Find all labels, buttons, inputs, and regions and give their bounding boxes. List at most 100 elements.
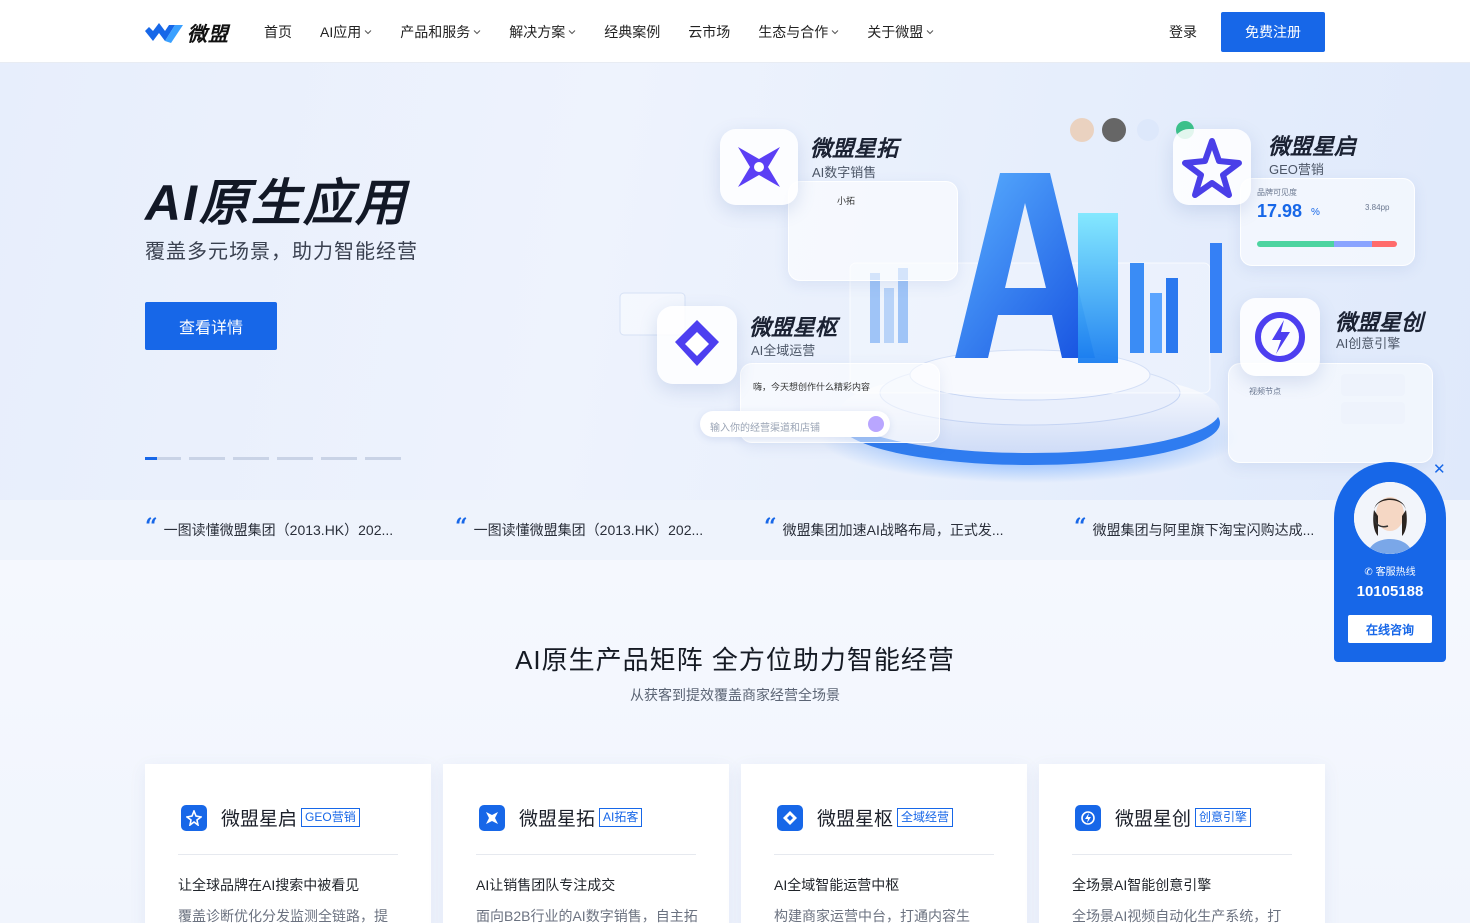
nav-item-ecosystem[interactable]: 生态与合作 [758,22,839,42]
card-name: 微盟星枢 [817,809,894,830]
register-button[interactable]: 免费注册 [1221,12,1325,52]
xingtuo-app-icon [720,129,798,205]
top-header: 微盟 首页 AI应用 产品和服务 解决方案 经典案例 云市场 生态与合作 关于微… [0,0,1470,63]
agent-avatar [1354,482,1426,554]
card-desc: 全场景AI视频自动化生产系统，打 [1072,908,1282,923]
weimob-logo[interactable]: 微盟 [145,18,229,47]
carousel-dot[interactable] [189,457,225,460]
main-nav: 首页 AI应用 产品和服务 解决方案 经典案例 云市场 生态与合作 关于微盟 [264,0,962,63]
node-box [1341,374,1405,396]
card-tag: AI拓客 [599,808,643,827]
xingshu-app-icon [657,306,737,384]
news-strip: “ 一图读懂微盟集团（2013.HK）202... “ 一图读懂微盟集团（2013.… [0,500,1470,560]
customer-service-widget: ✆ 客服热线 10105188 在线咨询 [1334,462,1446,662]
logo-text: 微盟 [187,24,229,46]
metric-panel: 品牌可见度 17.98 % 3.84pp [1240,178,1415,266]
card-header: 微盟星启 GEO营销 [181,804,360,831]
news-item[interactable]: “ 微盟集团加速AI战略布局，正式发... [764,516,1004,540]
carousel-dot[interactable] [365,457,401,460]
carousel-dot[interactable] [233,457,269,460]
news-title: 微盟集团加速AI战略布局，正式发... [782,522,1004,538]
chevron-down-icon [926,29,934,34]
nav-item-solutions[interactable]: 解决方案 [509,22,576,42]
quote-icon: “ [145,514,158,540]
card-header: 微盟星拓 AI拓客 [479,804,643,831]
card-tag: 创意引擎 [1195,808,1252,827]
hotline-text: 客服热线 [1375,567,1416,578]
nav-label: 解决方案 [509,23,566,40]
nav-item-cases[interactable]: 经典案例 [604,22,660,42]
online-consult-button[interactable]: 在线咨询 [1348,615,1432,643]
carousel-dots [145,457,409,460]
product-card-xingchuang[interactable]: 微盟星创 创意引擎 全场景AI智能创意引擎 全场景AI视频自动化生产系统，打 [1039,764,1325,923]
hero-title: AI原生应用 [145,175,407,231]
chevron-down-icon [831,29,839,34]
card-divider [1072,854,1292,855]
news-title: 微盟集团与阿里旗下淘宝闪购达成... [1092,522,1315,538]
news-item[interactable]: “ 一图读懂微盟集团（2013.HK）202... [455,514,704,540]
news-item[interactable]: “ 一图读懂微盟集团（2013.HK）202... [145,514,393,540]
nav-item-products[interactable]: 产品和服务 [400,22,481,42]
nav-label: 云市场 [688,23,731,40]
cross-star-icon [738,147,780,187]
spark-icon [1255,312,1305,362]
xingchuang-app-icon [1240,298,1320,376]
card-tag: GEO营销 [301,808,360,827]
product-desc-xingqi: GEO营销 [1269,162,1324,177]
close-icon[interactable]: ✕ [1433,460,1446,478]
node-box [1341,402,1405,424]
hero-banner: AI原生应用 覆盖多元场景，助力智能经营 查看详情 小拓 品牌可见度 17.98… [0,63,1470,500]
chevron-down-icon [568,29,576,34]
send-icon [868,416,884,432]
nav-item-ai-apps[interactable]: AI应用 [320,22,372,42]
hero-illustration: 小拓 品牌可见度 17.98 % 3.84pp 嗨，今天想创作什么精彩内容 输入… [600,93,1460,493]
chevron-down-icon [364,29,372,34]
nav-label: 关于微盟 [867,23,924,40]
card-title: AI让销售团队专注成交 [476,877,616,893]
product-desc-xingshu: AI全域运营 [751,343,816,358]
node-panel: 视频节点 [1228,363,1433,463]
product-matrix-section: AI原生产品矩阵 全方位助力智能经营 从获客到提效覆盖商家经营全场景 微盟星启 … [0,560,1470,923]
card-desc: 构建商家运营中台，打通内容生 [774,908,970,923]
news-title: 一图读懂微盟集团（2013.HK）202... [473,522,704,538]
card-header: 微盟星创 创意引擎 [1075,804,1252,831]
news-item[interactable]: “ 微盟集团与阿里旗下淘宝闪购达成... [1074,516,1315,540]
carousel-dot[interactable] [277,457,313,460]
nav-label: 首页 [264,23,292,40]
star-compass-icon [1182,138,1242,198]
hub-icon [777,804,803,831]
product-card-xingshu[interactable]: 微盟星枢 全域经营 AI全域智能运营中枢 构建商家运营中台，打通内容生 [741,764,1027,923]
product-card-xingtuo[interactable]: 微盟星拓 AI拓客 AI让销售团队专注成交 面向B2B行业的AI数字销售，自主拓 [443,764,729,923]
login-link[interactable]: 登录 [1169,22,1197,42]
product-name-xingqi: 微盟星启 [1268,134,1357,159]
card-divider [774,854,994,855]
product-desc-xingtuo: AI数字销售 [812,165,877,180]
nav-item-about[interactable]: 关于微盟 [867,22,934,42]
chat-panel: 小拓 [788,181,958,281]
nav-label: 生态与合作 [758,23,829,40]
nav-label: 产品和服务 [400,23,471,40]
channel-input-placeholder: 输入你的经营渠道和店铺 [710,423,820,434]
hotline-number: 10105188 [1356,583,1424,600]
card-title: 让全球品牌在AI搜索中被看见 [178,877,360,893]
view-details-button[interactable]: 查看详情 [145,302,277,350]
product-name-xingtuo: 微盟星拓 [810,136,899,161]
nav-label: 经典案例 [604,23,661,40]
nav-item-cloud-market[interactable]: 云市场 [688,22,730,42]
metric-unit: % [1311,207,1320,218]
quote-icon: “ [455,514,468,540]
nav-item-home[interactable]: 首页 [264,22,292,42]
hotline-label: ✆ 客服热线 [1334,563,1446,578]
hero-subtitle: 覆盖多元场景，助力智能经营 [145,241,418,263]
node-label: 视频节点 [1249,387,1281,396]
card-title: AI全域智能运营中枢 [774,877,900,893]
card-name: 微盟星拓 [519,809,596,830]
hub-icon [675,320,719,366]
card-name: 微盟星启 [221,809,298,830]
carousel-dot[interactable] [321,457,357,460]
carousel-dot[interactable] [145,457,181,460]
product-card-xingqi[interactable]: 微盟星启 GEO营销 让全球品牌在AI搜索中被看见 覆盖诊断优化分发监测全链路，… [145,764,431,923]
card-title: 全场景AI智能创意引擎 [1072,877,1212,893]
card-desc: 面向B2B行业的AI数字销售，自主拓 [476,908,698,923]
prompt-text: 嗨，今天想创作什么精彩内容 [753,382,871,392]
